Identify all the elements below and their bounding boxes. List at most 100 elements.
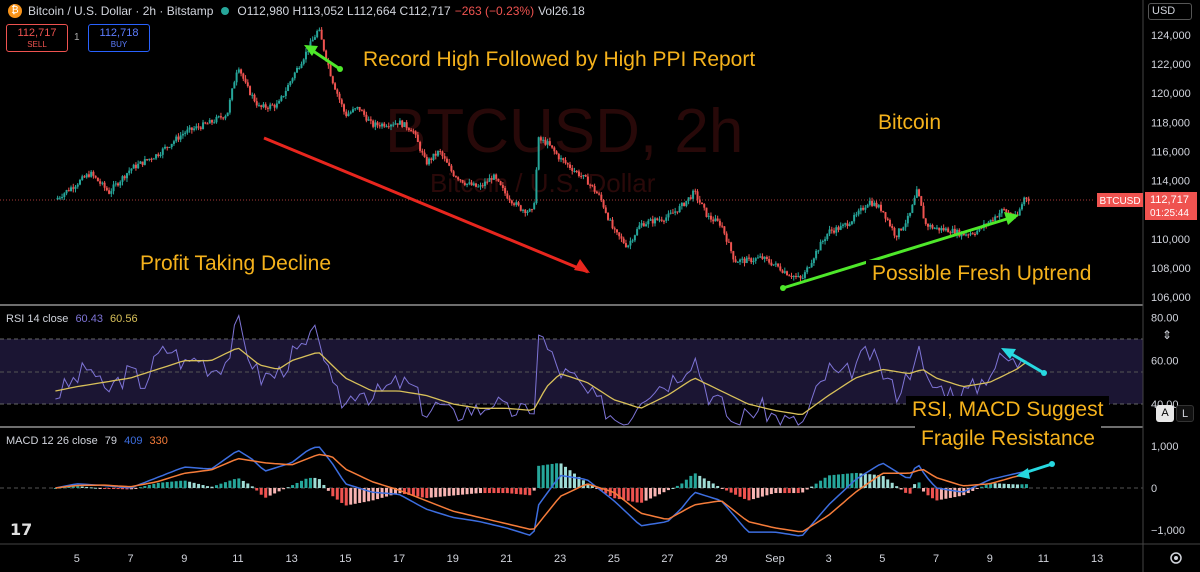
macd-hist-bar	[519, 488, 523, 495]
macd-hist-bar	[501, 488, 505, 494]
annotation-profit-taking: Profit Taking Decline	[140, 252, 332, 275]
macd-hist-bar	[353, 488, 357, 504]
candle-body	[296, 67, 299, 73]
price-tick-label: 114,000	[1151, 176, 1190, 188]
candle-body	[618, 232, 621, 237]
macd-hist-bar	[308, 477, 312, 488]
candle-body	[902, 227, 905, 231]
candle-body	[806, 267, 809, 273]
macd-hist-bar	[532, 488, 536, 491]
symbol-title[interactable]: Bitcoin / U.S. Dollar · 2h · Bitstamp	[28, 4, 213, 18]
candle-body	[472, 183, 475, 186]
candle-body	[56, 197, 59, 200]
price-tick-label: 116,000	[1151, 146, 1190, 158]
macd-hist-bar	[836, 474, 840, 488]
candle-body	[680, 202, 683, 207]
candle-body	[356, 106, 359, 109]
candle-body	[600, 194, 603, 200]
signal-line	[55, 453, 1027, 533]
chart-header: ₿ Bitcoin / U.S. Dollar · 2h · Bitstamp …	[0, 0, 585, 22]
macd-hist-bar	[385, 488, 389, 497]
auto-scale-button[interactable]: A	[1156, 405, 1174, 422]
candle-body	[432, 153, 435, 160]
macd-hist-bar	[702, 478, 706, 488]
candle-body	[1000, 209, 1003, 214]
candle-body	[555, 151, 558, 155]
price-axis[interactable]: 106,000108,000110,000112,000114,000116,0…	[1151, 30, 1191, 304]
candle-body	[815, 250, 818, 259]
candle-body	[792, 275, 795, 277]
scale-arrows-icon[interactable]: ⇕	[1162, 328, 1172, 342]
macd-hist-bar	[640, 488, 644, 503]
annotation-rsi-macd-1: RSI, MACD Suggest	[906, 396, 1110, 424]
candle-body	[114, 183, 117, 185]
macd-hist-bar	[335, 488, 339, 500]
candle-body	[392, 124, 395, 126]
rsi-legend[interactable]: RSI 14 close 60.43 60.56	[6, 313, 138, 325]
macd-hist-bar	[197, 483, 201, 488]
annotation-record-high: Record High Followed by High PPI Report	[363, 48, 756, 71]
price-tick-label: 122,000	[1151, 59, 1191, 71]
candle-body	[965, 234, 968, 236]
macd-hist-bar	[890, 482, 894, 488]
candle-body	[457, 177, 460, 180]
sell-price: 112,717	[17, 27, 57, 39]
macd-hist-bar	[734, 488, 738, 495]
candle-body	[257, 105, 260, 107]
candle-body	[208, 120, 211, 124]
candle-body	[739, 259, 742, 262]
macd-legend[interactable]: MACD 12 26 close 79 409 330	[6, 435, 168, 447]
time-tick-label: 23	[554, 553, 566, 565]
sell-button[interactable]: 112,717 SELL	[6, 24, 68, 52]
candle-body	[524, 209, 527, 213]
macd-hist-bar	[452, 488, 456, 496]
buy-button[interactable]: 112,718 BUY	[88, 24, 150, 52]
candle-body	[351, 109, 354, 113]
candle-body	[544, 139, 547, 145]
macd-hist-bar	[751, 488, 755, 500]
macd-hist-bar	[326, 488, 330, 491]
candle-body	[642, 223, 645, 227]
candle-body	[535, 169, 538, 204]
candle-body	[727, 241, 730, 243]
currency-select[interactable]: USD	[1148, 3, 1192, 20]
candle-body	[703, 204, 706, 208]
candle-body	[598, 193, 601, 195]
candle-body	[495, 174, 498, 179]
candle-body	[318, 29, 321, 31]
candle-body	[996, 216, 999, 218]
candle-body	[269, 104, 272, 109]
macd-hist-bar	[161, 482, 165, 488]
candle-body	[490, 178, 493, 180]
price-tick-label: 118,000	[1151, 117, 1190, 129]
time-tick-label: 11	[1038, 553, 1049, 565]
market-status-icon	[221, 7, 230, 15]
macd-hist-bar	[295, 482, 299, 488]
candle-body	[750, 258, 753, 263]
candle-body	[622, 238, 625, 244]
time-axis[interactable]: 5 7 9 11 13 15 17 19 21 23 25 27 29 Sep 3 5 7 9 11 13	[74, 553, 1103, 565]
candle-body	[387, 126, 390, 128]
candle-body	[730, 242, 733, 252]
candle-body	[504, 187, 507, 194]
candle-body	[833, 230, 836, 233]
candle-body	[340, 99, 343, 105]
macd-axis[interactable]: 1,000 0 −1,000	[1151, 441, 1185, 537]
candle-body	[736, 261, 739, 263]
candle-body	[466, 183, 469, 185]
macd-hist-bar	[470, 488, 474, 494]
candle-body	[119, 181, 122, 186]
macd-hist-bar	[662, 488, 666, 493]
time-tick-label: 5	[879, 553, 885, 565]
candle-body	[676, 211, 679, 213]
candle-body	[991, 219, 994, 221]
candle-body	[479, 185, 482, 187]
macd-hist-bar	[756, 488, 760, 498]
candle-body	[734, 259, 737, 263]
macd-hist-bar	[456, 488, 460, 496]
candle-body	[108, 190, 111, 194]
log-scale-button[interactable]: L	[1176, 405, 1194, 422]
candle-body	[483, 181, 486, 187]
candle-body	[658, 219, 661, 221]
candle-body	[459, 179, 462, 181]
